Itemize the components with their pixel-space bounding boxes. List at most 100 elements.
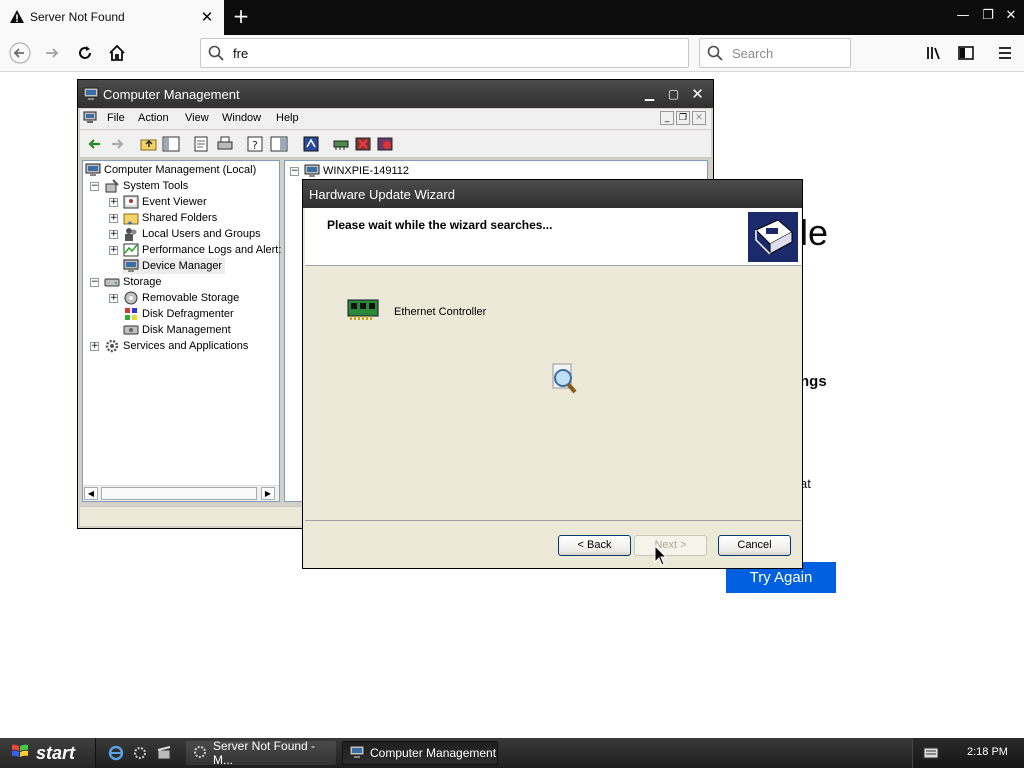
expand-local-users[interactable]: + <box>109 230 118 239</box>
cm-maximize-icon[interactable]: ▢ <box>664 85 683 103</box>
tree-item-storage[interactable]: Storage <box>104 274 162 290</box>
ie-quicklaunch-icon[interactable] <box>108 745 124 764</box>
mdi-restore-icon[interactable]: ❐ <box>676 111 690 125</box>
wizard-titlebar[interactable]: Hardware Update Wizard <box>303 180 802 208</box>
network-card-icon <box>347 297 381 324</box>
device-tree-root[interactable]: WINXPIE-149112 <box>304 163 409 179</box>
hardware-wizard-icon <box>748 212 798 265</box>
expand-removable-storage[interactable]: + <box>109 294 118 303</box>
back-button[interactable]: < Back <box>558 535 631 556</box>
taskbar-item-computer-management[interactable]: Computer Management <box>342 741 498 765</box>
taskbar: start Server Not Found - M... Computer M… <box>0 738 1024 768</box>
tree-horizontal-scrollbar[interactable]: ◀ ▶ <box>83 485 279 501</box>
properties-icon[interactable] <box>192 135 210 153</box>
tree-item-root[interactable]: Computer Management (Local) <box>85 162 256 178</box>
forward-icon[interactable] <box>38 39 66 67</box>
media-quicklaunch-icon[interactable] <box>132 745 148 764</box>
tree-item-disk-defragmenter[interactable]: Disk Defragmenter <box>123 306 234 322</box>
print-icon[interactable] <box>216 135 234 153</box>
show-hide-tree-icon[interactable] <box>162 135 180 153</box>
update-driver-icon[interactable] <box>332 135 350 153</box>
computer-icon <box>83 86 99 105</box>
menu-file[interactable]: File <box>107 112 125 124</box>
tree-item-system-tools[interactable]: System Tools <box>104 178 188 194</box>
scan-hardware-icon[interactable] <box>302 135 320 153</box>
tree-item-disk-management[interactable]: Disk Management <box>123 322 231 338</box>
mdi-minimize-icon[interactable]: _ <box>660 111 674 125</box>
menu-window[interactable]: Window <box>222 112 261 124</box>
computer-icon <box>85 162 101 178</box>
movie-maker-quicklaunch-icon[interactable] <box>156 745 172 764</box>
close-tab-icon[interactable]: ✕ <box>198 8 216 26</box>
browser-app-icon <box>192 744 208 763</box>
expand-services[interactable]: + <box>90 342 99 351</box>
mdi-close-icon[interactable]: ✕ <box>692 111 706 125</box>
start-label: start <box>36 742 76 763</box>
tools-icon <box>104 178 120 194</box>
minimize-icon[interactable]: — <box>952 5 974 27</box>
show-hide-action-pane-icon[interactable] <box>270 135 288 153</box>
menu-view[interactable]: View <box>185 112 209 124</box>
home-icon[interactable] <box>103 39 131 67</box>
help-icon[interactable]: ? <box>246 135 264 153</box>
expand-event-viewer[interactable]: + <box>109 198 118 207</box>
searching-magnifier-icon <box>549 362 579 401</box>
library-icon[interactable] <box>920 39 948 67</box>
cancel-button[interactable]: Cancel <box>718 535 791 556</box>
back-arrow-icon[interactable] <box>86 135 104 153</box>
sidebar-icon[interactable] <box>952 39 980 67</box>
windows-logo-icon <box>10 742 30 765</box>
menu-action[interactable]: Action <box>138 112 169 124</box>
taskbar-item-browser[interactable]: Server Not Found - M... <box>186 739 336 767</box>
search-icon <box>707 45 723 64</box>
defrag-icon <box>123 306 139 322</box>
tree-item-shared-folders[interactable]: Shared Folders <box>123 210 217 226</box>
uninstall-icon[interactable] <box>354 135 372 153</box>
back-icon[interactable] <box>6 39 34 67</box>
cm-close-icon[interactable]: ✕ <box>688 85 707 103</box>
expand-performance-logs[interactable]: + <box>109 246 118 255</box>
wizard-body: Ethernet Controller <box>305 267 801 521</box>
restore-icon[interactable]: ❐ <box>977 5 999 27</box>
close-window-icon[interactable]: ✕ <box>1000 5 1022 27</box>
hardware-update-wizard: Hardware Update Wizard Please wait while… <box>302 179 803 569</box>
network-tray-icon[interactable] <box>923 746 939 763</box>
tree-item-local-users[interactable]: Local Users and Groups <box>123 226 261 242</box>
collapse-system-tools[interactable]: − <box>90 182 99 191</box>
event-viewer-icon <box>123 194 139 210</box>
start-button[interactable]: start <box>0 738 96 768</box>
device-manager-icon <box>123 258 139 274</box>
reload-icon[interactable] <box>71 39 99 67</box>
collapse-storage[interactable]: − <box>90 278 99 287</box>
url-text: fre <box>233 46 249 61</box>
search-icon <box>208 45 224 64</box>
tree-item-event-viewer[interactable]: Event Viewer <box>123 194 207 210</box>
menu-icon[interactable] <box>991 39 1019 67</box>
collapse-computer-node[interactable]: − <box>290 167 299 176</box>
cm-minimize-icon[interactable]: ▁ <box>640 85 659 103</box>
tree-item-device-manager[interactable]: Device Manager <box>123 258 226 274</box>
scroll-thumb[interactable] <box>101 487 257 500</box>
wizard-heading: Please wait while the wizard searches... <box>327 218 553 232</box>
disable-device-icon[interactable] <box>376 135 394 153</box>
expand-shared-folders[interactable]: + <box>109 214 118 223</box>
cm-titlebar[interactable]: Computer Management ▁ ▢ ✕ <box>78 80 713 108</box>
wizard-title: Hardware Update Wizard <box>309 187 455 202</box>
new-tab-icon[interactable]: + <box>230 5 252 27</box>
warning-icon <box>9 9 25 25</box>
up-folder-icon[interactable] <box>140 135 158 153</box>
scroll-right-icon[interactable]: ▶ <box>261 487 275 500</box>
performance-icon <box>123 242 139 258</box>
browser-tab[interactable]: Server Not Found ✕ <box>0 0 224 35</box>
scroll-left-icon[interactable]: ◀ <box>84 487 98 500</box>
tree-item-removable-storage[interactable]: Removable Storage <box>123 290 239 306</box>
console-tree: Computer Management (Local) − System Too… <box>82 160 281 502</box>
tree-item-services[interactable]: Services and Applications <box>104 338 248 354</box>
tree-item-performance-logs[interactable]: Performance Logs and Alert: <box>123 242 281 258</box>
url-input[interactable]: fre <box>200 38 689 68</box>
mmc-icon <box>83 111 97 128</box>
search-input[interactable]: Search <box>699 38 851 68</box>
menu-help[interactable]: Help <box>276 112 299 124</box>
forward-arrow-icon[interactable] <box>108 135 126 153</box>
next-button[interactable]: Next > <box>634 535 707 556</box>
